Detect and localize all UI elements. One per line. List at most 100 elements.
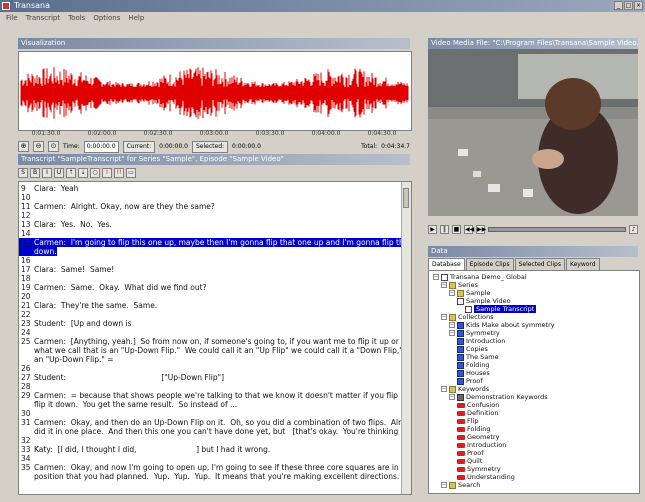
- transcript-line[interactable]: 24: [19, 328, 34, 337]
- transcript-line[interactable]: position that you had planned. Yup. Yup.…: [19, 472, 399, 481]
- tree-node[interactable]: − Keywords: [441, 385, 489, 393]
- tree-node[interactable]: Sample Video: [457, 297, 511, 305]
- tree-node[interactable]: Geometry: [457, 433, 499, 441]
- scroll-thumb[interactable]: [403, 188, 409, 208]
- transcript-line[interactable]: 31 Carmen: Okay, and then do an Up-Down F…: [19, 418, 411, 427]
- whisper-button[interactable]: ○: [90, 168, 100, 178]
- tree-node[interactable]: Confusion: [457, 401, 499, 409]
- underline-button[interactable]: U: [54, 168, 64, 178]
- expand-icon[interactable]: −: [449, 322, 455, 328]
- tab-selected-clips[interactable]: Selected Clips: [514, 258, 565, 270]
- tree-node[interactable]: − Symmetry: [449, 329, 500, 337]
- transcript-line[interactable]: 16: [19, 256, 34, 265]
- tree-node[interactable]: Flip: [457, 417, 478, 425]
- transcript-line[interactable]: 27 Student: ["Up-Down Flip"]: [19, 373, 224, 382]
- tree-node[interactable]: Definition: [457, 409, 498, 417]
- tree-node[interactable]: Copies: [457, 345, 488, 353]
- tree-node[interactable]: Folding: [457, 361, 489, 369]
- maximize-icon[interactable]: □: [624, 1, 633, 10]
- database-tree[interactable]: − Transana Demo_ Global − Series − Sample Samp…: [428, 270, 640, 494]
- expand-icon[interactable]: −: [449, 290, 455, 296]
- transcript-line[interactable]: what we call that is an "Up-Down Flip." …: [19, 346, 411, 355]
- transcript-line[interactable]: 20: [19, 292, 34, 301]
- transcript-line[interactable]: 30: [19, 409, 34, 418]
- transcript-scrollbar[interactable]: [401, 182, 411, 494]
- zoom-in-icon[interactable]: ⊕: [18, 141, 29, 152]
- menu-transcript[interactable]: Transcript: [26, 12, 60, 25]
- emphasis-button[interactable]: !: [102, 168, 112, 178]
- transcript-line[interactable]: 28: [19, 382, 34, 391]
- menu-help[interactable]: Help: [128, 12, 144, 25]
- tab-episode-clips[interactable]: Episode Clips: [465, 258, 514, 270]
- transcript-line[interactable]: 33 Katy: [I did, I thought I did, ] but I…: [19, 445, 270, 454]
- transcript-line[interactable]: 18: [19, 274, 34, 283]
- rewind-icon[interactable]: ◀◀: [464, 224, 474, 234]
- transcript-line[interactable]: 17 Clara: Same! Same!: [19, 265, 114, 274]
- tree-node[interactable]: − Demonstration Keywords: [449, 393, 548, 401]
- minimize-icon[interactable]: _: [614, 1, 623, 10]
- tree-node[interactable]: Proof: [457, 377, 483, 385]
- expand-icon[interactable]: −: [449, 394, 455, 400]
- tree-node[interactable]: − Kids Make about symmetry: [449, 321, 555, 329]
- expand-icon[interactable]: −: [449, 330, 455, 336]
- volume-icon[interactable]: ♪: [629, 224, 638, 234]
- expand-icon[interactable]: −: [433, 274, 439, 280]
- tree-node[interactable]: − Search: [441, 481, 480, 489]
- seek-slider[interactable]: [488, 226, 626, 232]
- zoom-fit-icon[interactable]: ⊙: [48, 141, 59, 152]
- tab-keyword[interactable]: Keyword: [565, 258, 600, 270]
- tree-node[interactable]: − Series: [441, 281, 478, 289]
- tree-node[interactable]: The Same: [457, 353, 499, 361]
- transcript-line[interactable]: 26: [19, 364, 34, 373]
- save-icon[interactable]: ▭: [126, 168, 136, 178]
- tree-node[interactable]: Introduction: [457, 441, 506, 449]
- tab-database[interactable]: Database: [428, 258, 465, 270]
- falling-intonation-button[interactable]: ⇣: [78, 168, 88, 178]
- tree-node[interactable]: Symmetry: [457, 465, 501, 473]
- bold-button[interactable]: B: [30, 168, 40, 178]
- transcript-line[interactable]: 21 Clara: They're the same. Same.: [19, 301, 157, 310]
- expand-icon[interactable]: −: [441, 386, 447, 392]
- time-field[interactable]: 0:00:00.0: [83, 140, 119, 153]
- transcript-line[interactable]: 9 Clara: Yeah: [19, 184, 78, 193]
- menu-options[interactable]: Options: [93, 12, 120, 25]
- play-icon[interactable]: ▶: [428, 224, 437, 234]
- tree-node[interactable]: − Sample: [449, 289, 490, 297]
- transcript-line[interactable]: flip it down. You get the same result. S…: [19, 400, 237, 409]
- transcript-line[interactable]: 29 Carmen: = because that shows people we…: [19, 391, 411, 400]
- tree-node[interactable]: Understanding: [457, 473, 515, 481]
- waveform-panel[interactable]: [18, 51, 412, 131]
- transcript-line[interactable]: 19 Carmen: Same. Okay. What did we find o…: [19, 283, 207, 292]
- expand-icon[interactable]: −: [441, 314, 447, 320]
- selected-button[interactable]: Selected:: [192, 140, 229, 153]
- transcript-line[interactable]: 23 Student: [Up and down is: [19, 319, 132, 328]
- tree-node[interactable]: Houses: [457, 369, 490, 377]
- pause-icon[interactable]: ‖: [440, 224, 449, 234]
- transcript-line[interactable]: 15 Carmen: I'm going to flip this one up,…: [19, 238, 411, 247]
- menu-tools[interactable]: Tools: [68, 12, 85, 25]
- tree-node[interactable]: Proof: [457, 449, 484, 457]
- transcript-line[interactable]: 12: [19, 211, 34, 220]
- strong-emphasis-button[interactable]: !!: [114, 168, 124, 178]
- zoom-out-icon[interactable]: ⊖: [33, 141, 44, 152]
- rising-intonation-button[interactable]: ⇡: [66, 168, 76, 178]
- tree-node[interactable]: Quilt: [457, 457, 482, 465]
- transcript-line[interactable]: did it in one place. And then this one y…: [19, 427, 411, 436]
- transcript-line[interactable]: 13 Clara: Yes. No. Yes.: [19, 220, 112, 229]
- tree-node[interactable]: − Collections: [441, 313, 494, 321]
- tree-node[interactable]: Folding: [457, 425, 490, 433]
- transcript-line[interactable]: 10: [19, 193, 34, 202]
- transcript-line[interactable]: 35 Carmen: Okay, and now I'm going to ope…: [19, 463, 411, 472]
- menu-file[interactable]: File: [6, 12, 18, 25]
- tree-node[interactable]: Sample Transcript: [465, 305, 537, 313]
- expand-icon[interactable]: −: [441, 482, 447, 488]
- stop-icon[interactable]: ■: [452, 224, 461, 234]
- close-icon[interactable]: ×: [634, 1, 643, 10]
- transcript-line[interactable]: an "Up-Down Flip." =: [19, 355, 114, 364]
- transcript-line[interactable]: down.: [19, 247, 57, 256]
- expand-icon[interactable]: −: [441, 282, 447, 288]
- transcript-line[interactable]: 32: [19, 436, 34, 445]
- transcript-line[interactable]: 14: [19, 229, 34, 238]
- tree-node[interactable]: Introduction: [457, 337, 505, 345]
- transcript-line[interactable]: 22: [19, 310, 34, 319]
